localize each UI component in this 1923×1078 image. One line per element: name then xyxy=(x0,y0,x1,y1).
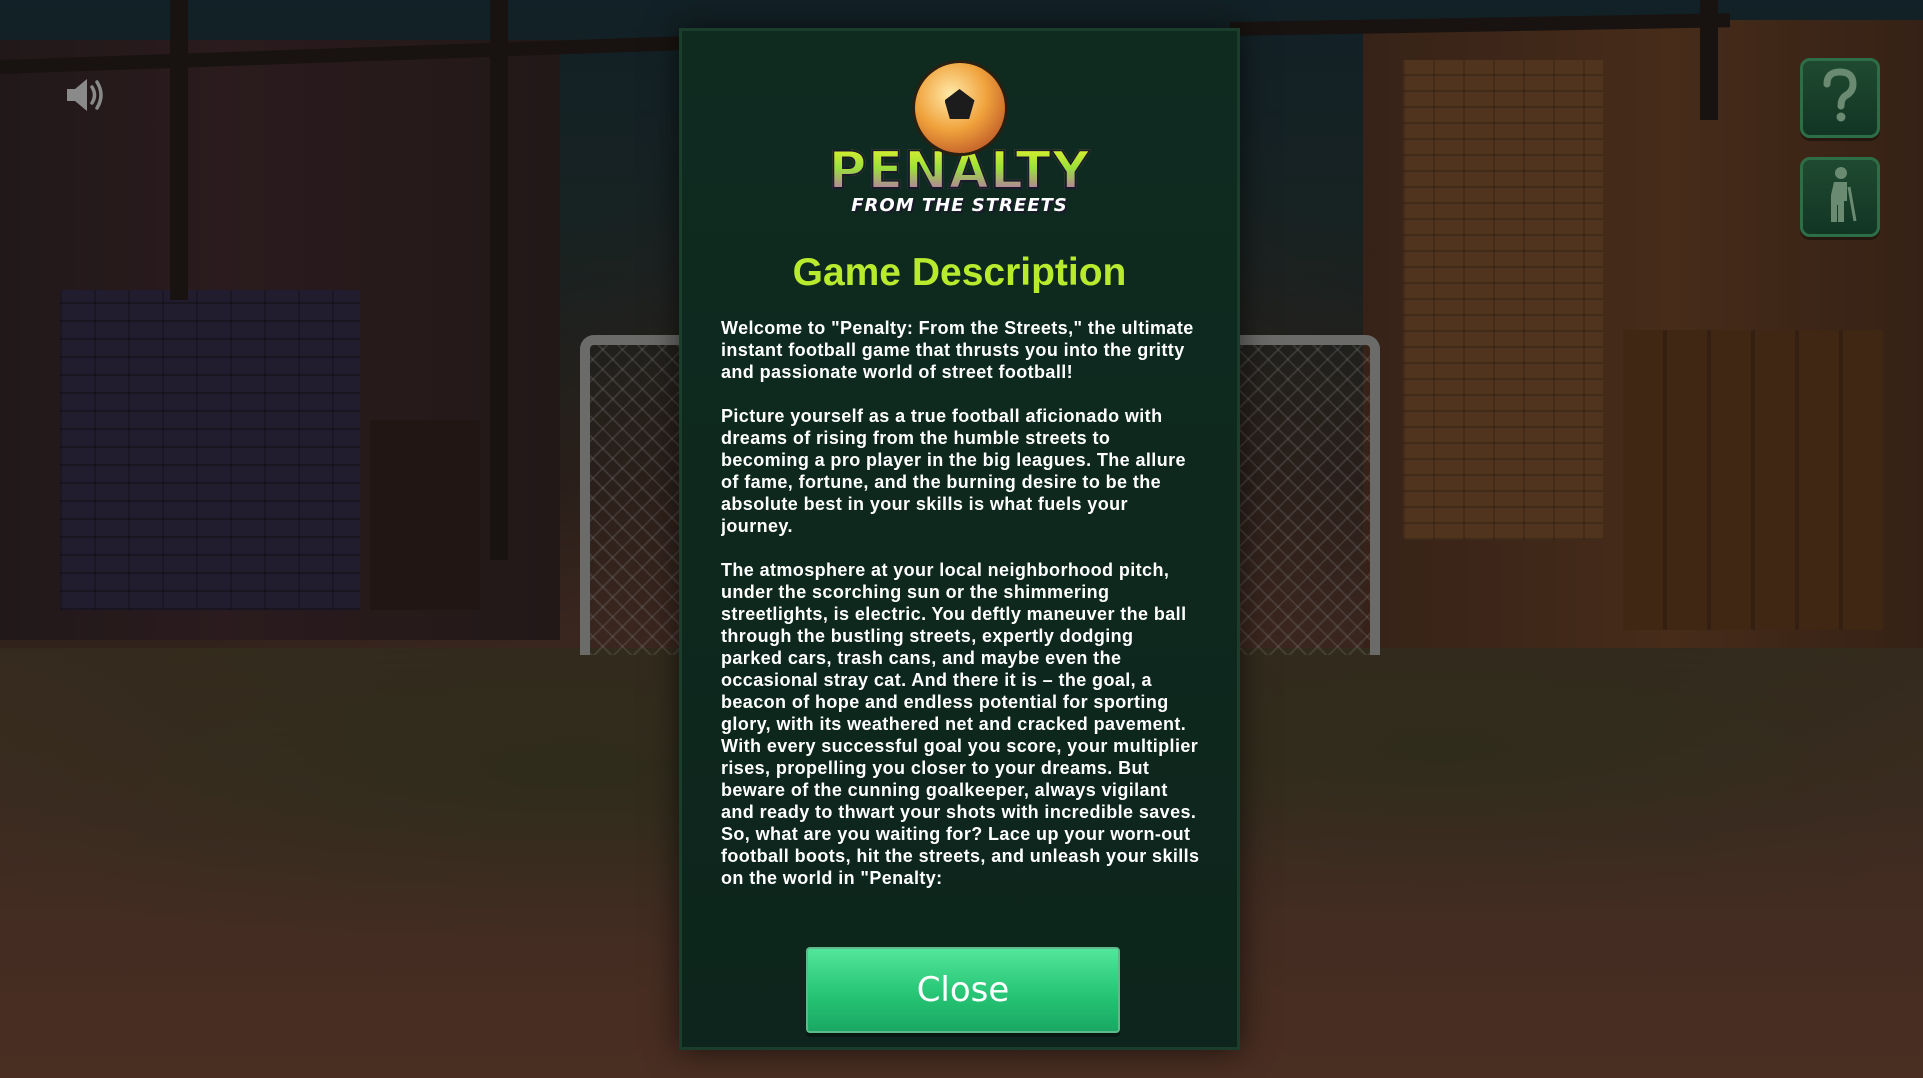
dialog-title: Game Description xyxy=(792,251,1127,294)
exit-button[interactable] xyxy=(1800,157,1880,237)
game-description-dialog: PENALTY FROM THE STREETS Game Descriptio… xyxy=(679,28,1240,1050)
speaker-icon xyxy=(63,75,107,119)
logo-subtitle: FROM THE STREETS xyxy=(851,195,1068,216)
close-button[interactable]: Close xyxy=(806,947,1120,1033)
description-paragraph: Welcome to "Penalty: From the Streets," … xyxy=(721,318,1194,382)
help-button[interactable] xyxy=(1800,58,1880,138)
description-paragraph: With every successful goal you score, yo… xyxy=(721,736,1199,822)
walking-person-icon xyxy=(1817,165,1863,229)
game-logo: PENALTY FROM THE STREETS xyxy=(682,63,1237,243)
description-paragraph: So, what are you waiting for? Lace up yo… xyxy=(721,824,1200,888)
description-text: Welcome to "Penalty: From the Streets," … xyxy=(721,317,1200,961)
description-paragraph: The atmosphere at your local neighborhoo… xyxy=(721,560,1187,734)
sound-toggle-button[interactable] xyxy=(62,76,108,118)
soccer-ball-icon xyxy=(914,63,1005,153)
description-paragraph: Picture yourself as a true football afic… xyxy=(721,406,1186,536)
question-mark-icon xyxy=(1817,68,1863,128)
